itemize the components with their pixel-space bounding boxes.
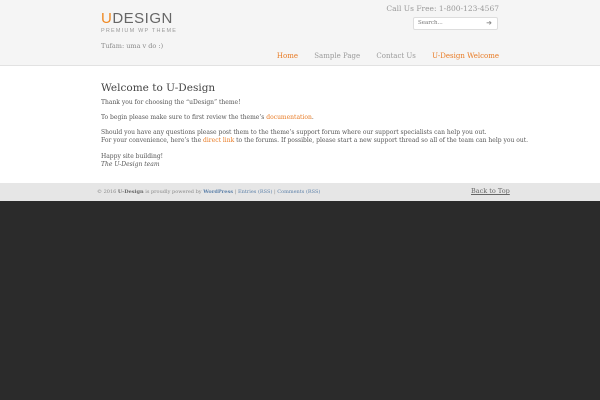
phone-number: Call Us Free: 1-800-123-4567 (386, 4, 499, 13)
main-content: Welcome to U-Design Thank you for choosi… (0, 66, 600, 183)
paragraph-questions: Should you have any questions please pos… (101, 129, 487, 136)
nav-udesign-welcome[interactable]: U-Design Welcome (432, 52, 499, 60)
paragraph-forums: For your convenience, here’s the direct … (101, 137, 528, 145)
paragraph-happy: Happy site building! (101, 153, 164, 160)
site-logo[interactable]: UDESIGN PREMIUM WP THEME (101, 11, 178, 35)
docs-text: To begin please make sure to first revie… (101, 114, 267, 121)
forums-text: For your convenience, here’s the (101, 137, 204, 144)
paragraph-team: The U-Design team (101, 161, 160, 168)
docs-end: . (311, 114, 314, 121)
logo-subtitle: PREMIUM WP THEME (101, 28, 178, 34)
site-tagline: Tufam: uma v do :) (101, 42, 164, 50)
logo-rest: DESIGN (112, 10, 173, 27)
entries-rss-link[interactable]: Entries (RSS) (238, 189, 272, 195)
paragraph-docs: To begin please make sure to first revie… (101, 114, 314, 122)
nav-contact-us[interactable]: Contact Us (376, 52, 416, 60)
footer-site-link[interactable]: U-Design (118, 189, 144, 195)
logo-text: UDESIGN (101, 11, 177, 27)
wordpress-link[interactable]: WordPress (203, 189, 233, 195)
main-nav: Home Sample Page Contact Us U-Design Wel… (263, 52, 499, 60)
documentation-link[interactable]: documentation (266, 114, 312, 121)
site-header: UDESIGN PREMIUM WP THEME Tufam: uma v do… (0, 0, 600, 66)
footer-copyright: © 2016 U-Design is proudly powered by Wo… (97, 189, 320, 195)
page-title: Welcome to U-Design (101, 82, 216, 94)
nav-home[interactable]: Home (277, 52, 298, 60)
nav-sample-page[interactable]: Sample Page (314, 52, 360, 60)
forums-text-end: to the forums. If possible, please start… (234, 137, 529, 144)
powered-text: is proudly powered by (143, 189, 204, 195)
search-arrow-icon[interactable]: ➜ (484, 19, 494, 28)
back-to-top-link[interactable]: Back to Top (471, 187, 510, 195)
comments-rss-link[interactable]: Comments (RSS) (277, 189, 320, 195)
logo-u: U (101, 10, 113, 27)
copyright-text: © 2016 (97, 189, 118, 195)
site-footer: © 2016 U-Design is proudly powered by Wo… (0, 183, 600, 201)
search-box: ➜ (413, 17, 498, 30)
direct-link[interactable]: direct link (203, 137, 234, 144)
paragraph-thanks: Thank you for choosing the “uDesign” the… (101, 99, 241, 106)
search-input[interactable] (418, 20, 478, 27)
